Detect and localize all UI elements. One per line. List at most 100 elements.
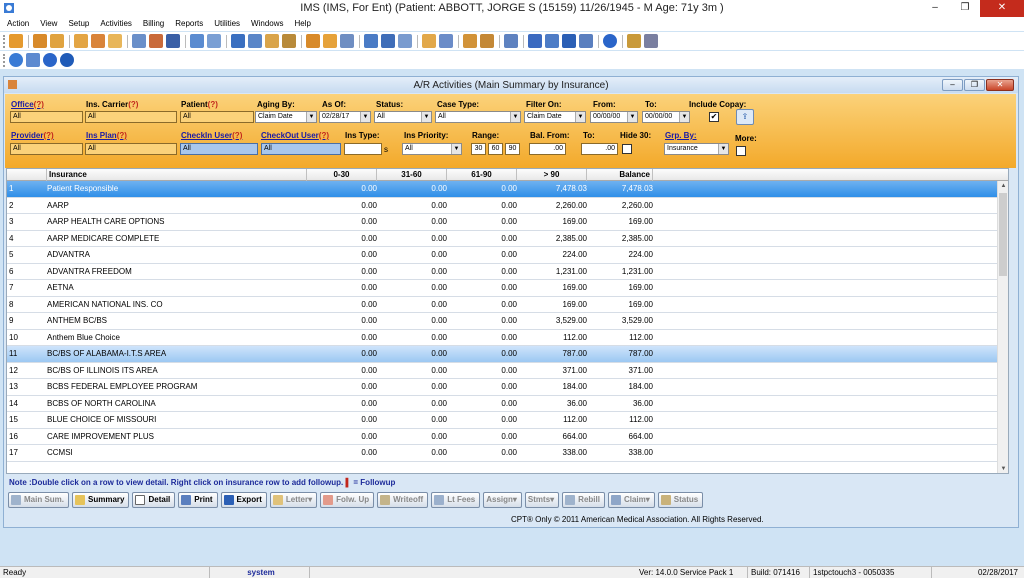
rebill-button[interactable]: Rebill	[562, 492, 605, 508]
notepad-icon[interactable]	[207, 34, 221, 48]
header-balance[interactable]: Balance	[587, 169, 653, 181]
status-button[interactable]: Status	[657, 492, 704, 508]
header-31-60[interactable]: 31-60	[377, 169, 447, 181]
followup-button[interactable]: Folw. Up	[320, 492, 375, 508]
restore-button[interactable]: ❐	[950, 0, 980, 17]
logout-icon[interactable]	[644, 34, 658, 48]
writeoff-button[interactable]: Writeoff	[377, 492, 429, 508]
patient-field[interactable]: All	[180, 111, 254, 123]
claim-button[interactable]: Claim ▾	[607, 492, 655, 508]
menu-help[interactable]: Help	[295, 17, 311, 31]
table-row[interactable]: 13 BCBS FEDERAL EMPLOYEE PROGRAM 0.00 0.00 0…	[7, 379, 999, 396]
table-row[interactable]: 4 AARP MEDICARE COMPLETE 0.00 0.00 0.00 2,385…	[7, 230, 999, 247]
menu-view[interactable]: View	[40, 17, 57, 31]
range-30-field[interactable]: 30	[471, 143, 486, 155]
header-insurance[interactable]: Insurance	[47, 169, 307, 181]
assign-button[interactable]: Assign ▾	[483, 492, 522, 508]
table-row[interactable]: 11 BC/BS OF ALABAMA-I.T.S AREA 0.00 0.00 0.0…	[7, 346, 999, 363]
table-row[interactable]: 1 Patient Responsible 0.00 0.00 0.00 7,478.03…	[7, 181, 999, 198]
table-row[interactable]: 5 ADVANTRA 0.00 0.00 0.00 224.00 224.00	[7, 247, 999, 264]
calendar-icon[interactable]	[190, 34, 204, 48]
menu-action[interactable]: Action	[7, 17, 29, 31]
ins-type-field[interactable]	[344, 143, 382, 155]
sync-icon[interactable]	[248, 34, 262, 48]
table-row[interactable]: 10 Anthem Blue Choice 0.00 0.00 0.00 112.00 11…	[7, 329, 999, 346]
aging-by-select[interactable]: Claim Date ▼	[255, 111, 317, 123]
patient-icon[interactable]	[9, 34, 23, 48]
office-field[interactable]: All	[10, 111, 83, 123]
scroll-down-icon[interactable]: ▼	[998, 464, 1008, 473]
checkin-user-field[interactable]: All	[180, 143, 258, 155]
globe-icon[interactable]	[381, 34, 395, 48]
main-sum-button[interactable]: Main Sum.	[8, 492, 70, 508]
child-minimize-button[interactable]: –	[942, 79, 963, 91]
lock-icon[interactable]	[627, 34, 641, 48]
toolbar-grip[interactable]	[3, 53, 6, 67]
table-row[interactable]: 8 AMERICAN NATIONAL INS. CO 0.00 0.00 0.00 16…	[7, 296, 999, 313]
print-button[interactable]: Print	[178, 492, 218, 508]
as-of-date[interactable]: 02/28/17 ▼	[319, 111, 371, 123]
export-icon[interactable]	[579, 34, 593, 48]
folder-icon[interactable]	[74, 34, 88, 48]
card-icon[interactable]	[422, 34, 436, 48]
summary-button[interactable]: Summary	[72, 492, 130, 508]
provider-label[interactable]: Provider(?)	[11, 131, 54, 140]
ins-carrier-field[interactable]: All	[85, 111, 177, 123]
user-edit-icon[interactable]	[50, 34, 64, 48]
header-0-30[interactable]: 0-30	[307, 169, 377, 181]
bal-to-field[interactable]: .00	[581, 143, 618, 155]
patient-label[interactable]: Patient(?)	[181, 100, 218, 109]
table-row[interactable]: 14 BCBS OF NORTH CAROLINA 0.00 0.00 0.00 36.0…	[7, 395, 999, 412]
table-row[interactable]: 2 AARP 0.00 0.00 0.00 2,260.00 2,260.00	[7, 197, 999, 214]
help-icon[interactable]	[603, 34, 617, 48]
cancel-icon[interactable]	[60, 53, 74, 67]
book-icon[interactable]	[91, 34, 105, 48]
grp-by-label[interactable]: Grp. By:	[665, 131, 697, 140]
scroll-up-icon[interactable]: ▲	[998, 181, 1008, 192]
minimize-button[interactable]: –	[920, 0, 950, 17]
include-copay-checkbox[interactable]: ✔	[709, 112, 719, 122]
ins-carrier-label[interactable]: Ins. Carrier(?)	[86, 100, 138, 109]
connect-icon[interactable]	[26, 53, 40, 67]
window-icon[interactable]	[306, 34, 320, 48]
table-row[interactable]: 7 AETNA 0.00 0.00 0.00 169.00 169.00	[7, 280, 999, 297]
export-button[interactable]: Export	[220, 492, 267, 508]
printer-icon[interactable]	[439, 34, 453, 48]
table-row[interactable]: 3 AARP HEALTH CARE OPTIONS 0.00 0.00 0.00 169…	[7, 214, 999, 231]
case-type-select[interactable]: All ▼	[435, 111, 521, 123]
help-icon[interactable]	[43, 53, 57, 67]
close-button[interactable]: ✕	[980, 0, 1024, 17]
users-icon[interactable]	[323, 34, 337, 48]
table-row[interactable]: 12 BC/BS OF ILLINOIS ITS AREA 0.00 0.00 0.00…	[7, 362, 999, 379]
status-select[interactable]: All ▼	[374, 111, 432, 123]
table-row[interactable]: 17 CCMSI 0.00 0.00 0.00 338.00 338.00	[7, 445, 999, 462]
shield-icon[interactable]	[166, 34, 180, 48]
table-row[interactable]: 6 ADVANTRA FREEDOM 0.00 0.00 0.00 1,231.00 1,2…	[7, 263, 999, 280]
user-icon[interactable]	[33, 34, 47, 48]
hide30-checkbox[interactable]	[622, 144, 632, 154]
table-row[interactable]: 9 ANTHEM BC/BS 0.00 0.00 0.00 3,529.00 3,529.0…	[7, 313, 999, 330]
money-icon[interactable]	[282, 34, 296, 48]
doc-icon[interactable]	[504, 34, 518, 48]
range-90-field[interactable]: 90	[505, 143, 520, 155]
menu-activities[interactable]: Activities	[100, 17, 132, 31]
ins-plan-field[interactable]: All	[85, 143, 177, 155]
table-row[interactable]: 16 CARE IMPROVEMENT PLUS 0.00 0.00 0.00 664.0…	[7, 428, 999, 445]
menu-reports[interactable]: Reports	[175, 17, 203, 31]
to-date[interactable]: 00/00/00 ▼	[642, 111, 690, 123]
provider-field[interactable]: All	[10, 143, 83, 155]
header-61-90[interactable]: 61-90	[447, 169, 517, 181]
range-60-field[interactable]: 60	[488, 143, 503, 155]
menu-billing[interactable]: Billing	[143, 17, 164, 31]
checkout-user-field[interactable]: All	[261, 143, 341, 155]
checkout-user-label[interactable]: CheckOut User(?)	[261, 131, 329, 140]
bal-from-field[interactable]: .00	[529, 143, 566, 155]
from-date[interactable]: 00/00/00 ▼	[590, 111, 638, 123]
mail-icon[interactable]	[398, 34, 412, 48]
building-icon[interactable]	[480, 34, 494, 48]
statements-button[interactable]: Stmts ▾	[524, 492, 560, 508]
calculator-icon[interactable]	[132, 34, 146, 48]
late-fees-button[interactable]: Lt Fees	[431, 492, 481, 508]
more-checkbox[interactable]	[736, 146, 746, 156]
people-icon[interactable]	[265, 34, 279, 48]
